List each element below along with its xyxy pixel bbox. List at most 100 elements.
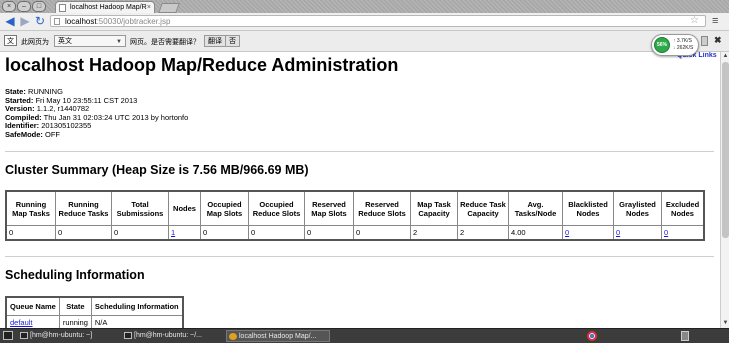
taskbar-item-label: [hm@hm-ubuntu: ~/...	[134, 332, 202, 339]
column-header: Occupied Reduce Slots	[248, 190, 305, 226]
table-cell: N/A	[90, 315, 184, 328]
table-cell: 0	[661, 225, 705, 241]
new-tab-button[interactable]	[158, 3, 180, 13]
show-desktop-icon[interactable]	[3, 331, 13, 340]
translate-button[interactable]: 翻译	[204, 35, 226, 47]
info-label: SafeMode:	[5, 129, 43, 139]
table-row: default running N/A	[5, 315, 184, 328]
taskbar-item-browser[interactable]: localhost Hadoop Map/...	[226, 330, 330, 342]
trash-icon[interactable]	[681, 331, 689, 341]
blacklisted-nodes-link[interactable]: 0	[565, 228, 569, 237]
translate-bar: 文 此网页为 英文 ▼ 网页。是否需要翻译？ 翻译 否 ✖	[0, 31, 729, 52]
translate-icon: 文	[4, 35, 17, 46]
column-header: Nodes	[168, 190, 201, 226]
table-cell: 2	[457, 225, 509, 241]
table-cell: default	[5, 315, 60, 328]
column-header: Reserved Reduce Slots	[353, 190, 411, 226]
divider	[5, 256, 714, 257]
browser-icon	[229, 333, 237, 340]
no-translate-button[interactable]: 否	[225, 35, 240, 47]
table-cell: 0	[304, 225, 354, 241]
terminal-icon	[20, 332, 28, 339]
table-cell: 4.00	[508, 225, 563, 241]
column-header: Avg. Tasks/Node	[508, 190, 563, 226]
translate-options-button[interactable]	[701, 36, 708, 46]
table-cell: 0	[200, 225, 249, 241]
close-window-button[interactable]: ×	[2, 1, 16, 12]
info-value: OFF	[45, 129, 61, 139]
close-icon[interactable]: ✖	[714, 35, 722, 46]
column-header: Occupied Map Slots	[200, 190, 249, 226]
taskbar-item-terminal-2[interactable]: [hm@hm-ubuntu: ~/...	[122, 330, 222, 342]
column-header: Scheduling Information	[90, 296, 184, 316]
scroll-down-arrow-icon[interactable]: ▼	[721, 319, 729, 328]
terminal-icon	[124, 332, 132, 339]
table-header-row: Queue Name State Scheduling Information	[5, 296, 184, 316]
column-header: Graylisted Nodes	[613, 190, 662, 226]
table-row: 0 0 0 1 0 0 0 0 2 2 4.00 0 0 0	[5, 225, 705, 241]
page-content: Quick Links localhost Hadoop Map/Reduce …	[0, 52, 720, 328]
forward-arrow-icon[interactable]: ▶	[18, 15, 32, 28]
taskbar-item-label: [hm@hm-ubuntu: ~]	[30, 332, 93, 339]
column-header: Map Task Capacity	[410, 190, 458, 226]
page-icon	[59, 4, 66, 12]
table-cell: 0	[353, 225, 411, 241]
cluster-summary-table: Running Map Tasks Running Reduce Tasks T…	[5, 190, 705, 241]
back-arrow-icon[interactable]: ◀	[3, 15, 17, 28]
table-cell: 0	[55, 225, 112, 241]
nodes-link[interactable]: 1	[171, 228, 175, 237]
table-cell: 0	[613, 225, 662, 241]
tab-close-icon[interactable]: ×	[147, 2, 151, 13]
upload-arrow-icon: ↑	[673, 38, 676, 44]
address-bar[interactable]: localhost:50030/jobtracker.jsp ☆	[50, 15, 706, 27]
table-cell: 2	[410, 225, 458, 241]
url-host: localhost	[65, 17, 97, 26]
chevron-down-icon: ▼	[116, 39, 122, 45]
tab-strip: × – □ localhost Hadoop Map/R ×	[0, 0, 729, 13]
download-speed: 262K/S	[676, 45, 694, 51]
table-header-row: Running Map Tasks Running Reduce Tasks T…	[5, 190, 705, 226]
table-cell: 0	[248, 225, 305, 241]
translate-prefix: 此网页为	[21, 39, 49, 46]
taskbar-item-label: localhost Hadoop Map/...	[239, 333, 317, 340]
upload-speed: 3.7K/S	[676, 38, 692, 44]
table-cell: 1	[168, 225, 201, 241]
excluded-nodes-link[interactable]: 0	[664, 228, 668, 237]
table-cell: 0	[111, 225, 169, 241]
bookmark-star-icon[interactable]: ☆	[690, 15, 699, 27]
url-path: :50030/jobtracker.jsp	[96, 17, 171, 26]
scroll-thumb[interactable]	[722, 62, 729, 238]
vertical-scrollbar[interactable]: ▲ ▼	[720, 52, 729, 328]
menu-icon[interactable]: ≡	[712, 15, 718, 28]
taskbar-item-terminal-1[interactable]: [hm@hm-ubuntu: ~]	[18, 330, 118, 342]
tab-title: localhost Hadoop Map/R	[70, 4, 147, 11]
speed-percent: 56%	[654, 37, 670, 53]
queue-default-link[interactable]: default	[10, 318, 33, 327]
speed-readout: ↑ 3.7K/S ↓ 262K/S	[673, 38, 693, 52]
table-cell: 0	[5, 225, 56, 241]
window-controls: × – □	[2, 1, 46, 12]
page-icon	[54, 18, 60, 25]
download-arrow-icon: ↓	[673, 45, 676, 51]
table-cell: 0	[562, 225, 614, 241]
language-select-value: 英文	[58, 38, 72, 45]
minimize-window-button[interactable]: –	[17, 1, 31, 12]
column-header: Total Submissions	[111, 190, 169, 226]
scroll-up-arrow-icon[interactable]: ▲	[721, 52, 729, 61]
browser-toolbar: ◀ ▶ ↻ localhost:50030/jobtracker.jsp ☆ ≡	[0, 13, 729, 31]
scheduling-table: Queue Name State Scheduling Information …	[5, 296, 184, 328]
chrome-tray-icon[interactable]	[587, 331, 597, 341]
jobtracker-info: State: RUNNING Started: Fri May 10 23:55…	[5, 87, 188, 139]
column-header: Reduce Task Capacity	[457, 190, 509, 226]
browser-tab[interactable]: localhost Hadoop Map/R ×	[55, 1, 155, 13]
reload-icon[interactable]: ↻	[33, 15, 47, 28]
network-speed-widget[interactable]: 56% ↑ 3.7K/S ↓ 262K/S	[651, 34, 699, 56]
maximize-window-button[interactable]: □	[32, 1, 46, 12]
language-select[interactable]: 英文 ▼	[54, 35, 126, 47]
translate-prompt: 网页。是否需要翻译？	[130, 39, 200, 46]
graylisted-nodes-link[interactable]: 0	[616, 228, 620, 237]
column-header: State	[58, 296, 92, 316]
table-cell: running	[58, 315, 92, 328]
page-title: localhost Hadoop Map/Reduce Administrati…	[5, 55, 399, 75]
column-header: Queue Name	[5, 296, 60, 316]
